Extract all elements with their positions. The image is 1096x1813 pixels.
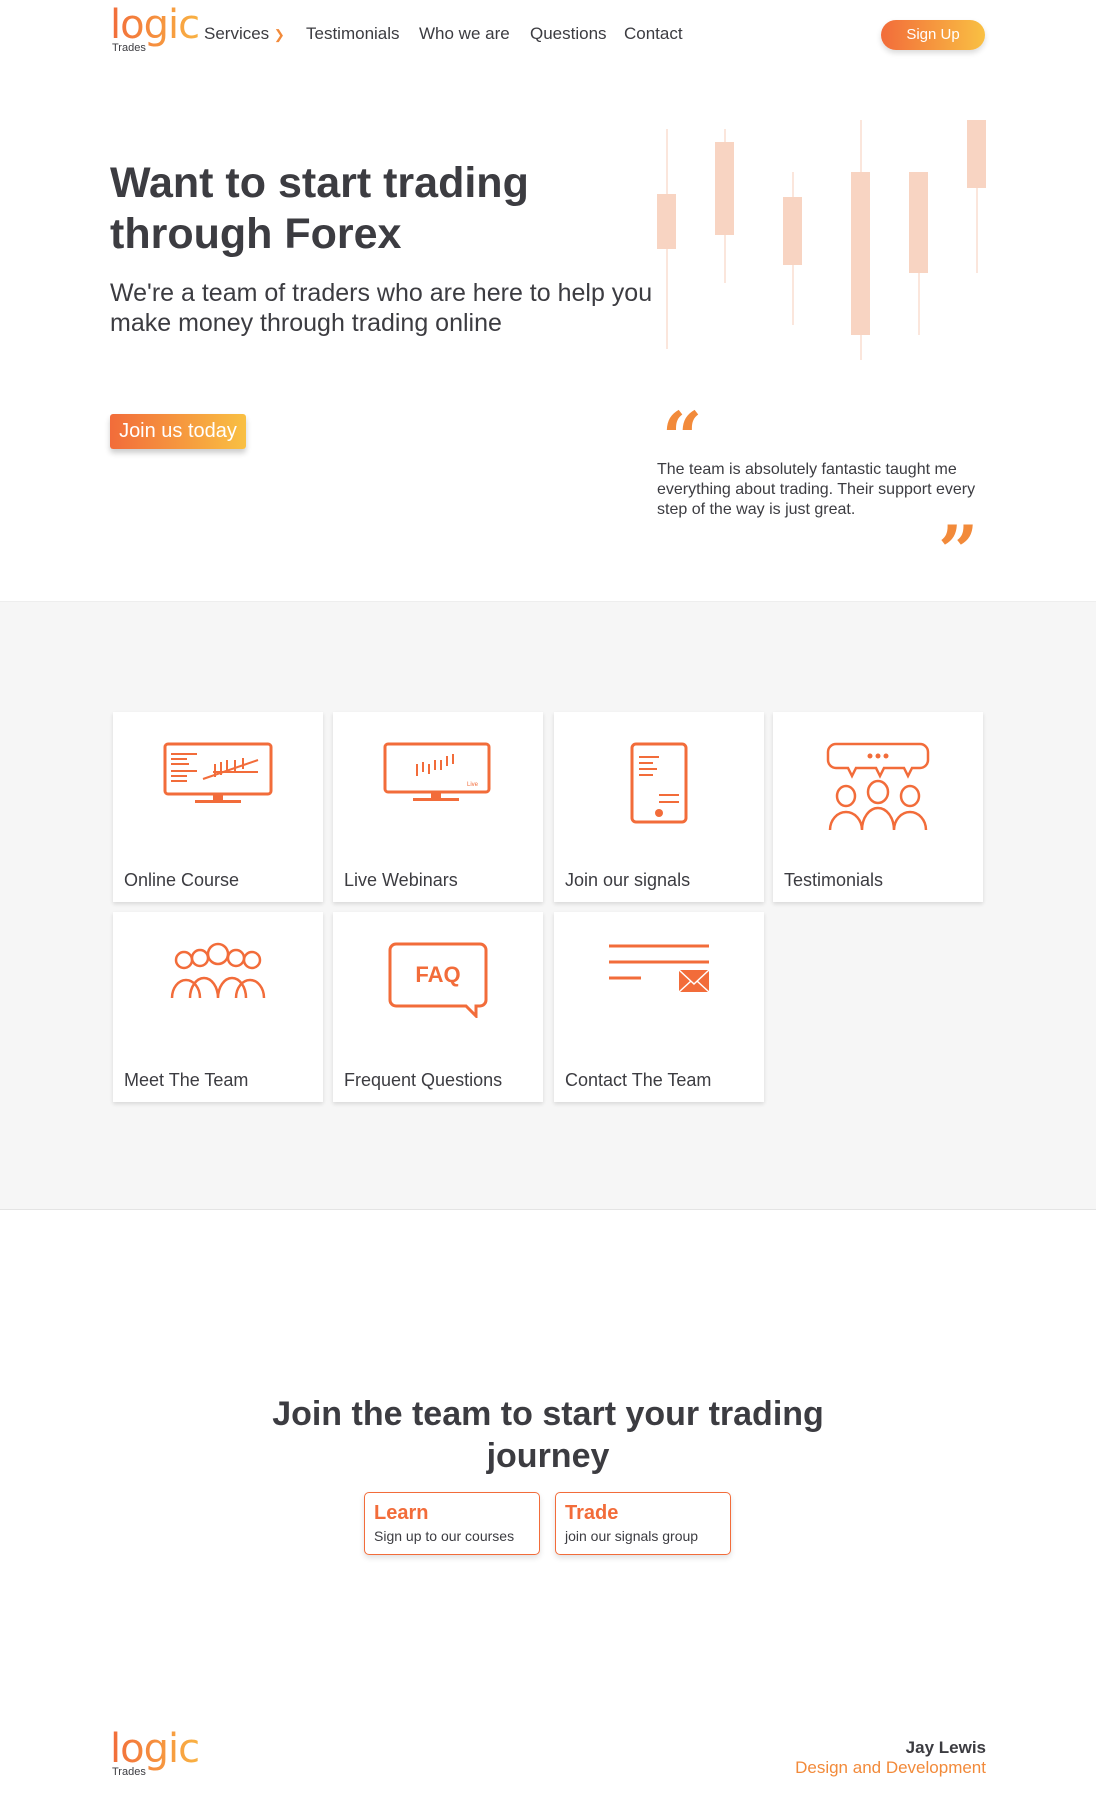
card-frequent-questions[interactable]: FAQ Frequent Questions [333,912,543,1102]
candle [909,172,928,273]
nav-testimonials[interactable]: Testimonials [306,24,400,44]
close-quote-icon: ” [938,510,979,593]
candle [715,142,734,235]
phone-icon [630,742,688,824]
trade-desc: join our signals group [565,1528,699,1544]
card-label: Join our signals [565,870,691,890]
chevron-down-icon: ❯ [273,27,285,42]
footer-author-role[interactable]: Design and Development [795,1758,986,1778]
nav-questions[interactable]: Questions [530,24,607,44]
contact-envelope-icon [609,944,710,993]
footer-author-name: Jay Lewis [905,1738,986,1757]
card-label: Frequent Questions [344,1070,503,1090]
learn-desc: Sign up to our courses [374,1528,515,1544]
card-join-signals[interactable]: Join our signals [554,712,764,902]
card-meet-team[interactable]: Meet The Team [113,912,323,1102]
logo-sub: Trades [112,42,146,54]
logo[interactable]: logic Trades [110,2,200,60]
nav-who-we-are[interactable]: Who we are [419,24,510,44]
nav-contact[interactable]: Contact [624,24,683,44]
candle [851,172,870,335]
card-label: Testimonials [784,870,884,890]
testimonial-quote: The team is absolutely fantastic taught … [657,461,976,518]
people-speech-icon [826,742,930,830]
card-online-course[interactable]: Online Course [113,712,323,902]
card-live-webinars[interactable]: Live Live Webinars [333,712,543,902]
hero-title: Want to start trading through Forex [110,159,529,258]
nav-services-label: Services [204,24,270,43]
logo-sub: Trades [112,1766,146,1778]
sign-up-button[interactable]: Sign Up [881,20,985,50]
learn-title: Learn [374,1502,429,1524]
hero-subtitle: We're a team of traders who are here to … [110,279,653,337]
learn-button[interactable]: Learn Sign up to our courses [364,1492,540,1555]
monitor-chart-icon [163,742,273,803]
services-section [0,601,1096,1210]
live-badge: Live [467,782,479,788]
trade-button[interactable]: Trade join our signals group [555,1492,731,1555]
candle [657,194,676,249]
faq-text: FAQ [415,962,460,987]
card-label: Contact The Team [565,1070,712,1090]
candle [783,197,802,265]
card-label: Live Webinars [344,870,458,890]
card-testimonials[interactable]: Testimonials [773,712,983,902]
card-label: Online Course [124,870,240,890]
trade-title: Trade [565,1502,619,1524]
candle [967,120,986,188]
monitor-live-icon: Live [383,742,491,801]
join-heading: Join the team to start your trading jour… [272,1395,824,1475]
card-label: Meet The Team [124,1070,249,1090]
join-us-button[interactable]: Join us today [110,414,246,449]
card-contact-team[interactable]: Contact The Team [554,912,764,1102]
footer-logo[interactable]: logic Trades [110,1726,200,1784]
nav-services[interactable]: Services ❯ [204,24,285,44]
faq-bubble-icon: FAQ [388,942,488,1018]
team-icon [170,942,266,998]
